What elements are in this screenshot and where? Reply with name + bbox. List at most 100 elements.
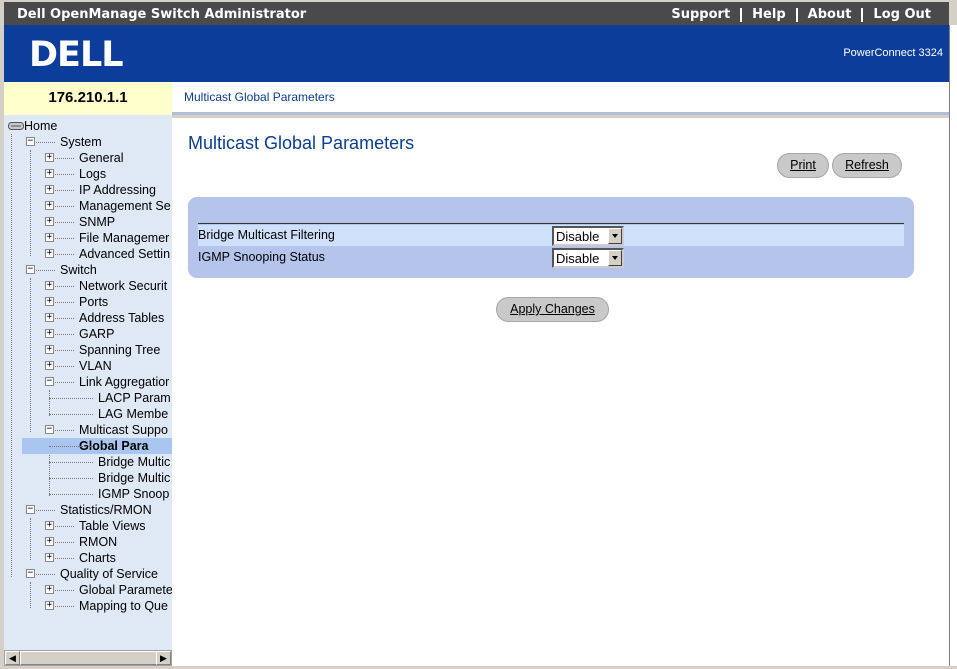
tree-line [55, 286, 74, 287]
page-title: Multicast Global Parameters [188, 133, 415, 153]
expand-icon[interactable]: + [45, 553, 54, 562]
tree-line [36, 510, 55, 511]
expand-icon[interactable]: + [45, 601, 54, 610]
tree-line [11, 134, 12, 577]
collapse-icon[interactable]: − [45, 377, 54, 386]
tree-line [49, 414, 93, 415]
about-link[interactable]: About [798, 7, 862, 22]
expand-icon[interactable]: + [45, 217, 54, 226]
tree-line [49, 478, 93, 479]
tree-line [49, 390, 50, 416]
nav-charts[interactable]: Charts [79, 550, 116, 566]
expand-icon[interactable]: + [45, 153, 54, 162]
nav-lag-membership[interactable]: LAG Membe [98, 406, 168, 422]
nav-bridge-multicast-1[interactable]: Bridge Multic [98, 454, 170, 470]
expand-icon[interactable]: + [45, 585, 54, 594]
tree-line [55, 222, 74, 223]
logout-link[interactable]: Log Out [863, 7, 941, 22]
collapse-icon[interactable]: − [26, 569, 35, 578]
nav-switch[interactable]: Switch [60, 262, 97, 278]
tree-line [36, 574, 55, 575]
expand-icon[interactable]: + [45, 249, 54, 258]
nav-ip-addressing[interactable]: IP Addressing [79, 182, 156, 198]
collapse-icon[interactable]: − [26, 265, 35, 274]
nav-link-aggregation[interactable]: Link Aggregatior [79, 374, 169, 390]
igmp-snooping-status-select[interactable]: Disable [552, 248, 624, 268]
nav-lacp-parameters[interactable]: LACP Param [98, 390, 171, 406]
nav-spanning-tree[interactable]: Spanning Tree [79, 342, 160, 358]
tree-line [49, 462, 93, 463]
nav-igmp-snooping[interactable]: IGMP Snoop [98, 486, 169, 502]
dropdown-arrow-icon[interactable] [608, 250, 622, 266]
nav-table-views[interactable]: Table Views [79, 518, 145, 534]
support-link[interactable]: Support [661, 7, 740, 22]
tree-line [55, 606, 74, 607]
nav-bridge-multicast-2[interactable]: Bridge Multic [98, 470, 170, 486]
nav-garp[interactable]: GARP [79, 326, 114, 342]
select-value: Disable [556, 229, 600, 244]
nav-logs[interactable]: Logs [79, 166, 106, 182]
expand-icon[interactable]: + [45, 297, 54, 306]
nav-mapping-to-queue[interactable]: Mapping to Que [79, 598, 168, 614]
nav-global-parameters-selected[interactable]: Global Para [22, 438, 172, 454]
expand-icon[interactable]: + [45, 281, 54, 290]
nav-quality-of-service[interactable]: Quality of Service [60, 566, 158, 582]
expand-icon[interactable]: + [45, 185, 54, 194]
expand-icon[interactable]: + [45, 537, 54, 546]
bridge-multicast-filtering-select[interactable]: Disable [552, 226, 624, 246]
nav-snmp[interactable]: SNMP [79, 214, 115, 230]
nav-multicast-support[interactable]: Multicast Suppo [79, 422, 168, 438]
window-edge [949, 25, 957, 666]
nav-general[interactable]: General [79, 150, 123, 166]
top-links: Support Help About Log Out [661, 7, 941, 22]
tree-line [55, 174, 74, 175]
collapse-icon[interactable]: − [45, 425, 54, 434]
tree-line [36, 142, 55, 143]
expand-icon[interactable]: + [45, 361, 54, 370]
tree-line [55, 238, 74, 239]
expand-icon[interactable]: + [45, 329, 54, 338]
print-button[interactable]: Print [777, 153, 829, 178]
nav-ports[interactable]: Ports [79, 294, 108, 310]
tree-line [55, 366, 74, 367]
dell-logo-text: DELL [29, 35, 123, 72]
nav-statistics-rmon[interactable]: Statistics/RMON [60, 502, 152, 518]
nav-file-management[interactable]: File Managemer [79, 230, 169, 246]
app-title-bar: Dell OpenManage Switch Administrator Sup… [0, 0, 949, 25]
nav-system[interactable]: System [60, 134, 102, 150]
dropdown-arrow-icon[interactable] [608, 228, 622, 244]
tree-line [55, 254, 74, 255]
expand-icon[interactable]: + [45, 345, 54, 354]
apply-changes-button[interactable]: Apply Changes [496, 297, 609, 322]
nav-advanced-settings[interactable]: Advanced Settin [79, 246, 170, 262]
tree-line [55, 350, 74, 351]
collapse-icon[interactable]: − [26, 505, 35, 514]
tree-line [30, 150, 31, 256]
breadcrumb: Multicast Global Parameters [172, 82, 949, 115]
nav-qos-global-parameters[interactable]: Global Paramete [79, 582, 172, 598]
nav-network-security[interactable]: Network Securit [79, 278, 167, 294]
refresh-button[interactable]: Refresh [832, 153, 902, 178]
field-row-bridge-multicast-filtering: Bridge Multicast Filtering Disable [198, 225, 904, 246]
nav-address-tables[interactable]: Address Tables [79, 310, 164, 326]
expand-icon[interactable]: + [45, 313, 54, 322]
tree-line [55, 558, 74, 559]
select-value: Disable [556, 251, 600, 266]
scroll-thumb[interactable] [20, 651, 158, 665]
nav-horizontal-scrollbar[interactable]: ◀ ▶ [4, 650, 172, 666]
expand-icon[interactable]: + [45, 169, 54, 178]
scroll-right-icon[interactable]: ▶ [156, 651, 171, 665]
nav-vlan[interactable]: VLAN [79, 358, 112, 374]
expand-icon[interactable]: + [45, 201, 54, 210]
expand-icon[interactable]: + [45, 233, 54, 242]
collapse-icon[interactable]: − [26, 137, 35, 146]
nav-home-label: Home [24, 119, 58, 133]
help-link[interactable]: Help [742, 7, 795, 22]
nav-rmon[interactable]: RMON [79, 534, 117, 550]
nav-management-security[interactable]: Management Se [79, 198, 171, 214]
tree-line [55, 542, 74, 543]
scroll-left-icon[interactable]: ◀ [5, 651, 20, 665]
divider [198, 223, 904, 224]
expand-icon[interactable]: + [45, 521, 54, 530]
nav-home[interactable]: Home [8, 118, 57, 134]
